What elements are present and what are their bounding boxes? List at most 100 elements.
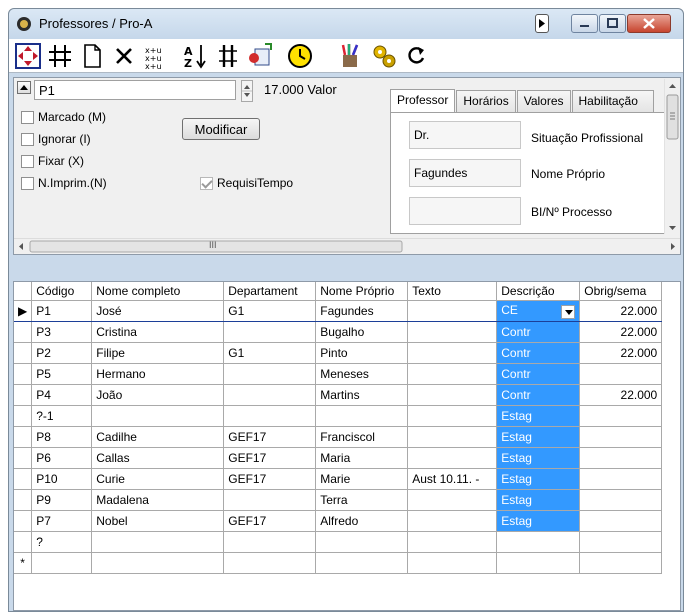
cell-name[interactable]: Callas: [91, 447, 225, 469]
export-button[interactable]: [245, 41, 275, 71]
cell-name[interactable]: [91, 552, 225, 574]
clock-button[interactable]: [285, 41, 315, 71]
cell-dept[interactable]: G1: [223, 299, 317, 322]
column-header[interactable]: Nome Próprio: [315, 282, 409, 301]
checkbox-box[interactable]: [200, 176, 213, 190]
minimize-button[interactable]: [571, 14, 598, 33]
cell-desc[interactable]: Contr: [496, 384, 581, 406]
cell-desc[interactable]: Estag: [496, 426, 581, 448]
cell-dept[interactable]: [223, 405, 317, 427]
form-horizontal-scrollbar[interactable]: III: [14, 238, 680, 254]
sort-fields-button[interactable]: x+u x+u x+u: [141, 41, 171, 71]
tab-valores[interactable]: Valores: [516, 90, 571, 112]
cell-name[interactable]: Curie: [91, 468, 225, 490]
maximize-button[interactable]: [599, 14, 626, 33]
row-selector[interactable]: [14, 447, 33, 469]
cell-dept[interactable]: GEF17: [223, 447, 317, 469]
cell-desc[interactable]: Contr: [496, 342, 581, 364]
cell-first[interactable]: Terra: [315, 489, 409, 511]
table-row[interactable]: ?: [14, 531, 663, 553]
cell-obrig[interactable]: [579, 510, 663, 532]
checkbox-fixar[interactable]: Fixar (X): [21, 152, 84, 170]
table-row[interactable]: P6 Callas GEF17 Maria Estag: [14, 447, 663, 469]
table-row[interactable]: P7 Nobel GEF17 Alfredo Estag: [14, 510, 663, 532]
delete-button[interactable]: [109, 41, 139, 71]
cell-obrig[interactable]: 22.000: [579, 384, 663, 406]
cell-text[interactable]: [407, 405, 498, 427]
row-selector[interactable]: [14, 426, 33, 448]
cell-code[interactable]: P6: [31, 447, 93, 469]
columns-button[interactable]: [213, 41, 243, 71]
cell-obrig[interactable]: [579, 531, 663, 553]
cell-dept[interactable]: [223, 552, 317, 574]
tab-horarios[interactable]: Horários: [456, 90, 516, 112]
cell-code[interactable]: P7: [31, 510, 93, 532]
cell-obrig[interactable]: [579, 468, 663, 490]
cell-name[interactable]: [91, 531, 225, 553]
cell-name[interactable]: [91, 405, 225, 427]
cell-desc[interactable]: Estag: [496, 405, 581, 427]
chevron-down-icon[interactable]: [561, 304, 576, 319]
cell-first[interactable]: [315, 552, 409, 574]
row-selector[interactable]: [14, 405, 33, 427]
table-row[interactable]: *: [14, 552, 663, 574]
cell-desc[interactable]: [496, 531, 581, 553]
cell-name[interactable]: João: [91, 384, 225, 406]
cell-text[interactable]: [407, 510, 498, 532]
cell-name[interactable]: Nobel: [91, 510, 225, 532]
cell-dept[interactable]: [223, 321, 317, 343]
tab-habilitacao[interactable]: Habilitação: [571, 90, 654, 112]
row-selector[interactable]: [14, 342, 33, 364]
cell-dept[interactable]: [223, 363, 317, 385]
table-row[interactable]: ?-1 Estag: [14, 405, 663, 427]
cell-code[interactable]: P5: [31, 363, 93, 385]
checkbox-ignorar[interactable]: Ignorar (I): [21, 130, 91, 148]
cell-name[interactable]: Madalena: [91, 489, 225, 511]
column-header[interactable]: Nome completo: [91, 282, 225, 301]
cell-code[interactable]: P1: [31, 299, 93, 322]
modify-button[interactable]: Modificar: [182, 118, 260, 140]
cell-name[interactable]: José: [91, 299, 225, 322]
cell-text[interactable]: [407, 363, 498, 385]
table-row[interactable]: P2 Filipe G1 Pinto Contr 22.000: [14, 342, 663, 364]
navigate-button[interactable]: [13, 41, 43, 71]
row-selector[interactable]: [14, 363, 33, 385]
cell-code[interactable]: P10: [31, 468, 93, 490]
nome-proprio-field[interactable]: Fagundes: [409, 159, 521, 187]
cell-obrig[interactable]: [579, 489, 663, 511]
column-header[interactable]: Descrição: [496, 282, 581, 301]
table-row[interactable]: P10 Curie GEF17 Marie Aust 10.11. - Estag: [14, 468, 663, 490]
cell-code[interactable]: P3: [31, 321, 93, 343]
cell-code[interactable]: P9: [31, 489, 93, 511]
cell-desc[interactable]: Estag: [496, 510, 581, 532]
cell-first[interactable]: Maria: [315, 447, 409, 469]
settings-button[interactable]: [369, 41, 399, 71]
table-row[interactable]: P3 Cristina Bugalho Contr 22.000: [14, 321, 663, 343]
cell-obrig[interactable]: 22.000: [579, 299, 663, 322]
cell-obrig[interactable]: 22.000: [579, 342, 663, 364]
cell-text[interactable]: [407, 531, 498, 553]
cell-text[interactable]: [407, 384, 498, 406]
cell-first[interactable]: Pinto: [315, 342, 409, 364]
checkbox-nimprim[interactable]: N.Imprim.(N): [21, 174, 107, 192]
cell-dept[interactable]: G1: [223, 342, 317, 364]
cell-dept[interactable]: [223, 531, 317, 553]
cell-desc[interactable]: Contr: [496, 321, 581, 343]
column-header[interactable]: Departament: [223, 282, 317, 301]
form-vertical-scrollbar[interactable]: [664, 79, 679, 234]
cell-obrig[interactable]: [579, 447, 663, 469]
column-header[interactable]: Código: [31, 282, 93, 301]
cell-first[interactable]: Martins: [315, 384, 409, 406]
cell-text[interactable]: [407, 552, 498, 574]
cell-desc[interactable]: Estag: [496, 489, 581, 511]
cell-first[interactable]: [315, 531, 409, 553]
paint-button[interactable]: [335, 41, 365, 71]
cell-obrig[interactable]: [579, 552, 663, 574]
cell-dept[interactable]: GEF17: [223, 426, 317, 448]
row-selector[interactable]: [14, 489, 33, 511]
sort-az-button[interactable]: A Z: [181, 41, 211, 71]
value-spinner[interactable]: [241, 80, 253, 102]
row-selector[interactable]: *: [14, 552, 33, 574]
table-row[interactable]: P8 Cadilhe GEF17 Franciscol Estag: [14, 426, 663, 448]
checkbox-box[interactable]: [21, 132, 34, 146]
